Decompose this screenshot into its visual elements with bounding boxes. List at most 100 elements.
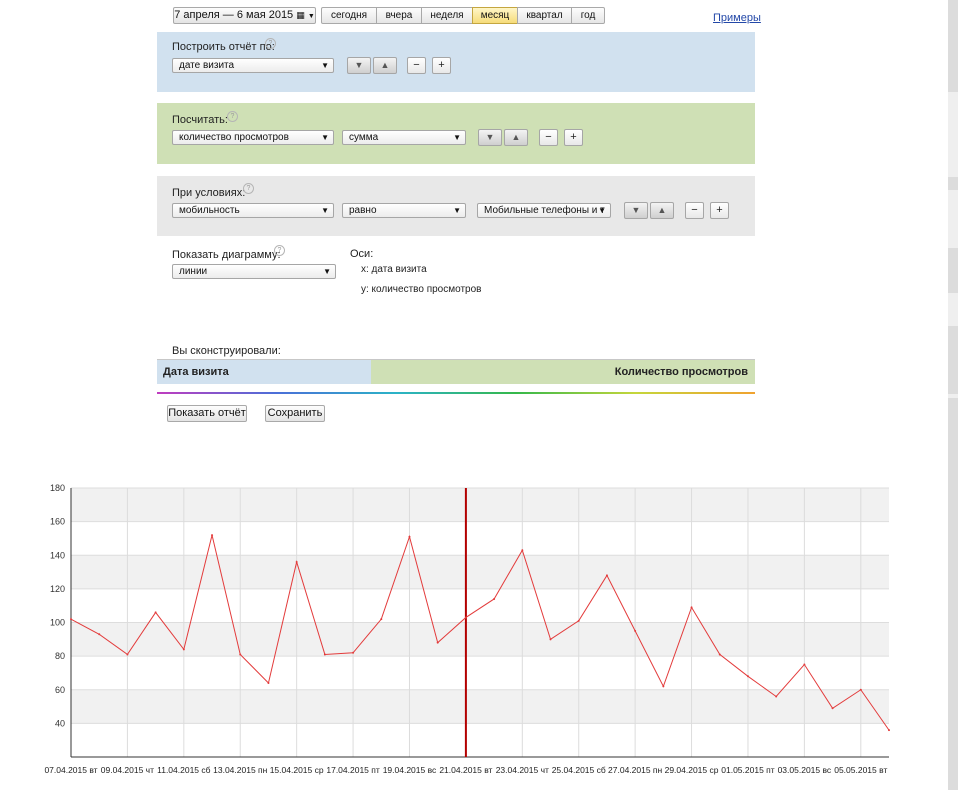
x-tick-label: 25.04.2015 сб <box>552 765 606 775</box>
count-panel: Посчитать: ? количество просмотров ▼ сумм… <box>157 103 755 164</box>
arrow-down-icon: ▼ <box>485 132 495 142</box>
constructed-metric: Количество просмотров <box>371 360 755 384</box>
period-month[interactable]: месяц <box>472 7 518 24</box>
data-point <box>98 633 101 636</box>
add-button[interactable]: + <box>432 57 451 74</box>
add-button[interactable]: + <box>710 202 729 219</box>
data-point <box>493 597 496 600</box>
x-tick-label: 09.04.2015 чт <box>101 765 154 775</box>
x-tick-label: 23.04.2015 чт <box>496 765 549 775</box>
y-tick-label: 140 <box>50 550 65 560</box>
count-aggregate-select[interactable]: сумма ▼ <box>342 130 466 145</box>
data-point <box>295 560 298 563</box>
x-tick-label: 07.04.2015 вт <box>44 765 97 775</box>
arrow-down-icon: ▼ <box>631 205 641 215</box>
move-up-button[interactable]: ▲ <box>504 129 528 146</box>
period-yesterday[interactable]: вчера <box>376 7 422 24</box>
calendar-icon: ▦ <box>296 10 305 20</box>
data-point <box>605 574 608 577</box>
data-point <box>746 675 749 678</box>
remove-button[interactable]: − <box>539 129 558 146</box>
build-select[interactable]: дате визита ▼ <box>172 58 334 73</box>
data-point <box>521 549 524 552</box>
grid-band <box>71 689 889 724</box>
help-icon[interactable]: ? <box>265 38 276 49</box>
build-label: Построить отчёт по: <box>172 41 275 53</box>
scrollbar-segment[interactable] <box>948 177 958 190</box>
data-point <box>154 611 157 614</box>
scrollbar-thumb[interactable] <box>948 326 958 394</box>
y-tick-label: 120 <box>50 584 65 594</box>
data-point <box>126 653 129 656</box>
period-year[interactable]: год <box>571 7 605 24</box>
move-down-button[interactable]: ▼ <box>624 202 648 219</box>
data-point <box>803 663 806 666</box>
color-divider <box>157 392 755 394</box>
count-label: Посчитать: <box>172 114 228 126</box>
move-down-button[interactable]: ▼ <box>478 129 502 146</box>
period-quarter[interactable]: квартал <box>517 7 572 24</box>
move-down-button[interactable]: ▼ <box>347 57 371 74</box>
condition-field-select[interactable]: мобильность ▼ <box>172 203 334 218</box>
chevron-down-icon: ▼ <box>598 206 606 215</box>
remove-button[interactable]: − <box>407 57 426 74</box>
condition-operator-select[interactable]: равно ▼ <box>342 203 466 218</box>
data-point <box>352 651 355 654</box>
condition-value-select[interactable]: Мобильные телефоны и т ▼ <box>477 203 611 218</box>
y-tick-label: 60 <box>55 685 65 695</box>
data-point <box>182 648 185 651</box>
help-icon[interactable]: ? <box>274 245 285 256</box>
x-tick-label: 27.04.2015 пн <box>608 765 663 775</box>
y-tick-label: 180 <box>50 483 65 493</box>
y-tick-label: 100 <box>50 618 65 628</box>
data-point <box>211 534 214 537</box>
grid-band <box>71 555 889 589</box>
y-tick-label: 80 <box>55 651 65 661</box>
constructed-dimension-label: Дата визита <box>163 366 229 378</box>
data-point <box>464 616 467 619</box>
grid-band <box>71 488 889 522</box>
y-tick-label: 160 <box>50 517 65 527</box>
data-point <box>239 653 242 656</box>
arrow-up-icon: ▲ <box>511 132 521 142</box>
date-range-label: 7 апреля — 6 мая 2015 <box>174 9 294 21</box>
data-point <box>634 629 637 632</box>
scrollbar-segment[interactable] <box>948 398 958 790</box>
save-button[interactable]: Сохранить <box>265 405 325 422</box>
conditions-label: При условиях: <box>172 187 246 199</box>
arrow-up-icon: ▲ <box>380 60 390 70</box>
show-report-button[interactable]: Показать отчёт <box>167 405 247 422</box>
chevron-down-icon: ▼ <box>453 133 461 142</box>
data-point <box>380 618 383 621</box>
axes-label: Оси: <box>350 248 374 260</box>
move-up-button[interactable]: ▲ <box>650 202 674 219</box>
diagram-label: Показать диаграмму: <box>172 249 281 261</box>
data-point <box>859 688 862 691</box>
x-tick-label: 21.04.2015 вт <box>439 765 492 775</box>
diagram-type-select[interactable]: линии ▼ <box>172 264 336 279</box>
x-tick-label: 01.05.2015 пт <box>721 765 775 775</box>
conditions-panel: При условиях: ? мобильность ▼ равно ▼ Моби… <box>157 176 755 236</box>
chevron-down-icon: ▼ <box>321 133 329 142</box>
arrow-up-icon: ▲ <box>657 205 667 215</box>
y-tick-label: 40 <box>55 718 65 728</box>
scrollbar-segment[interactable] <box>948 0 958 92</box>
data-point <box>831 707 834 710</box>
period-today[interactable]: сегодня <box>321 7 377 24</box>
date-range-button[interactable]: 7 апреля — 6 мая 2015 ▦ ▼ <box>173 7 316 24</box>
scrollbar-segment[interactable] <box>948 248 958 293</box>
data-point <box>577 619 580 622</box>
data-point <box>775 695 778 698</box>
build-panel: Построить отчёт по: ? дате визита ▼ ▼ ▲ −… <box>157 32 755 92</box>
help-icon[interactable]: ? <box>227 111 238 122</box>
examples-link[interactable]: Примеры <box>713 12 761 24</box>
x-tick-label: 17.04.2015 пт <box>326 765 380 775</box>
count-metric-select[interactable]: количество просмотров ▼ <box>172 130 334 145</box>
x-tick-label: 13.04.2015 пн <box>213 765 268 775</box>
period-week[interactable]: неделя <box>421 7 473 24</box>
help-icon[interactable]: ? <box>243 183 254 194</box>
x-tick-label: 15.04.2015 ср <box>270 765 324 775</box>
remove-button[interactable]: − <box>685 202 704 219</box>
move-up-button[interactable]: ▲ <box>373 57 397 74</box>
add-button[interactable]: + <box>564 129 583 146</box>
